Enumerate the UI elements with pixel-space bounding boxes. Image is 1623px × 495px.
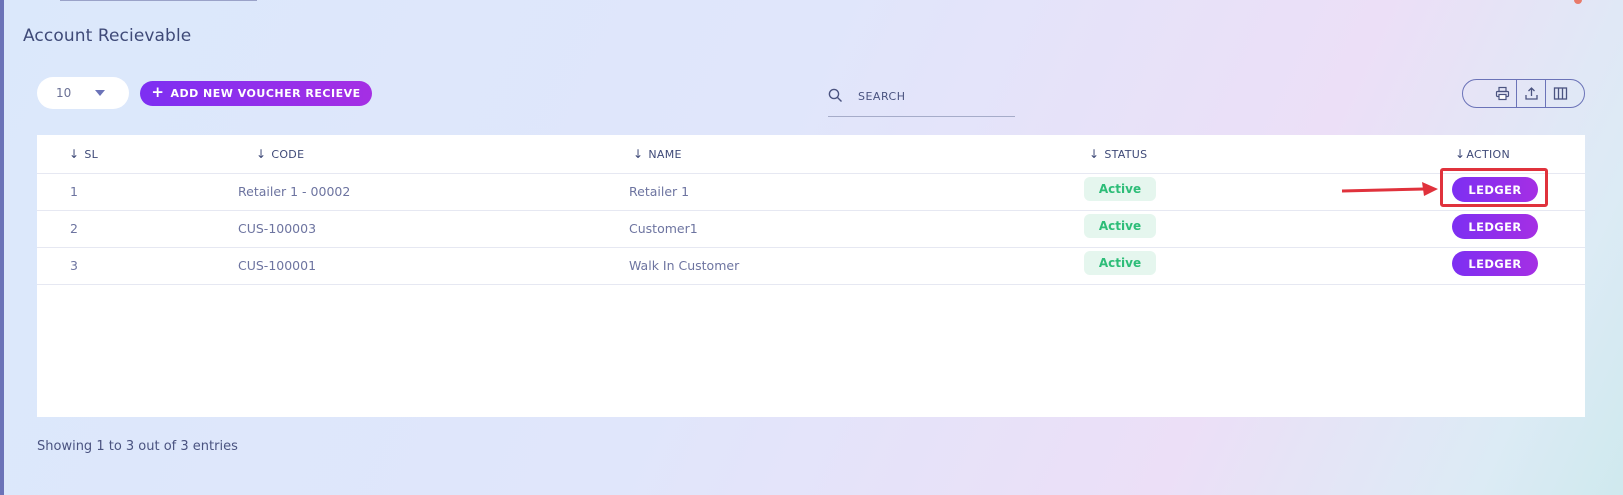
page-size-select[interactable]: 10 — [37, 77, 129, 109]
column-header-status[interactable]: ↓ STATUS — [1089, 147, 1147, 161]
notification-dot — [1574, 0, 1582, 4]
pagination-info: Showing 1 to 3 out of 3 entries — [37, 439, 238, 454]
status-badge: Active — [1084, 251, 1156, 275]
top-divider — [60, 0, 257, 1]
annotation-highlight-box — [1440, 168, 1548, 207]
print-button[interactable] — [1488, 80, 1516, 107]
data-table: ↓ SL ↓ CODE ↓ NAME ↓ STATUS ↓ ACTION 1 Retail… — [37, 135, 1585, 417]
left-rail — [0, 0, 4, 495]
cell-name: Customer1 — [629, 221, 698, 236]
cell-code: Retailer 1 - 00002 — [238, 184, 351, 199]
print-icon — [1495, 86, 1509, 101]
column-header-action[interactable]: ↓ ACTION — [1455, 147, 1510, 161]
cell-sl: 2 — [70, 221, 78, 236]
table-row: 3 CUS-100001 Walk In Customer Active LED… — [37, 247, 1585, 285]
cell-code: CUS-100001 — [238, 258, 317, 273]
search-icon — [828, 88, 843, 107]
status-badge: Active — [1084, 214, 1156, 238]
add-voucher-button[interactable]: + ADD NEW VOUCHER RECIEVE — [140, 81, 372, 106]
export-button[interactable] — [1516, 80, 1545, 107]
column-header-sl[interactable]: ↓ SL — [69, 147, 98, 161]
table-header: ↓ SL ↓ CODE ↓ NAME ↓ STATUS ↓ ACTION — [37, 135, 1585, 174]
sort-arrow-icon: ↓ — [1089, 147, 1100, 161]
status-badge: Active — [1084, 177, 1156, 201]
page-title: Account Recievable — [23, 26, 192, 46]
export-icon — [1524, 87, 1538, 100]
sort-arrow-icon: ↓ — [1455, 147, 1466, 161]
sort-arrow-icon: ↓ — [69, 147, 80, 161]
cell-code: CUS-100003 — [238, 221, 317, 236]
columns-button[interactable] — [1545, 80, 1574, 107]
column-header-code[interactable]: ↓ CODE — [256, 147, 304, 161]
ledger-button[interactable]: LEDGER — [1452, 251, 1538, 276]
search-placeholder: SEARCH — [858, 90, 906, 103]
columns-icon — [1553, 87, 1567, 100]
cell-sl: 3 — [70, 258, 78, 273]
cell-sl: 1 — [70, 184, 78, 199]
caret-down-icon — [95, 90, 105, 96]
search-input[interactable]: SEARCH — [828, 82, 1015, 117]
plus-icon: + — [151, 83, 165, 101]
table-row: 2 CUS-100003 Customer1 Active LEDGER — [37, 210, 1585, 248]
column-header-name[interactable]: ↓ NAME — [633, 147, 682, 161]
cell-name: Walk In Customer — [629, 258, 740, 273]
sort-arrow-icon: ↓ — [633, 147, 644, 161]
ledger-button[interactable]: LEDGER — [1452, 214, 1538, 239]
cell-name: Retailer 1 — [629, 184, 690, 199]
page-size-value: 10 — [56, 86, 72, 100]
add-voucher-label: ADD NEW VOUCHER RECIEVE — [170, 87, 361, 100]
annotation-arrow — [1341, 182, 1438, 196]
table-tools — [1462, 79, 1585, 108]
sort-arrow-icon: ↓ — [256, 147, 267, 161]
